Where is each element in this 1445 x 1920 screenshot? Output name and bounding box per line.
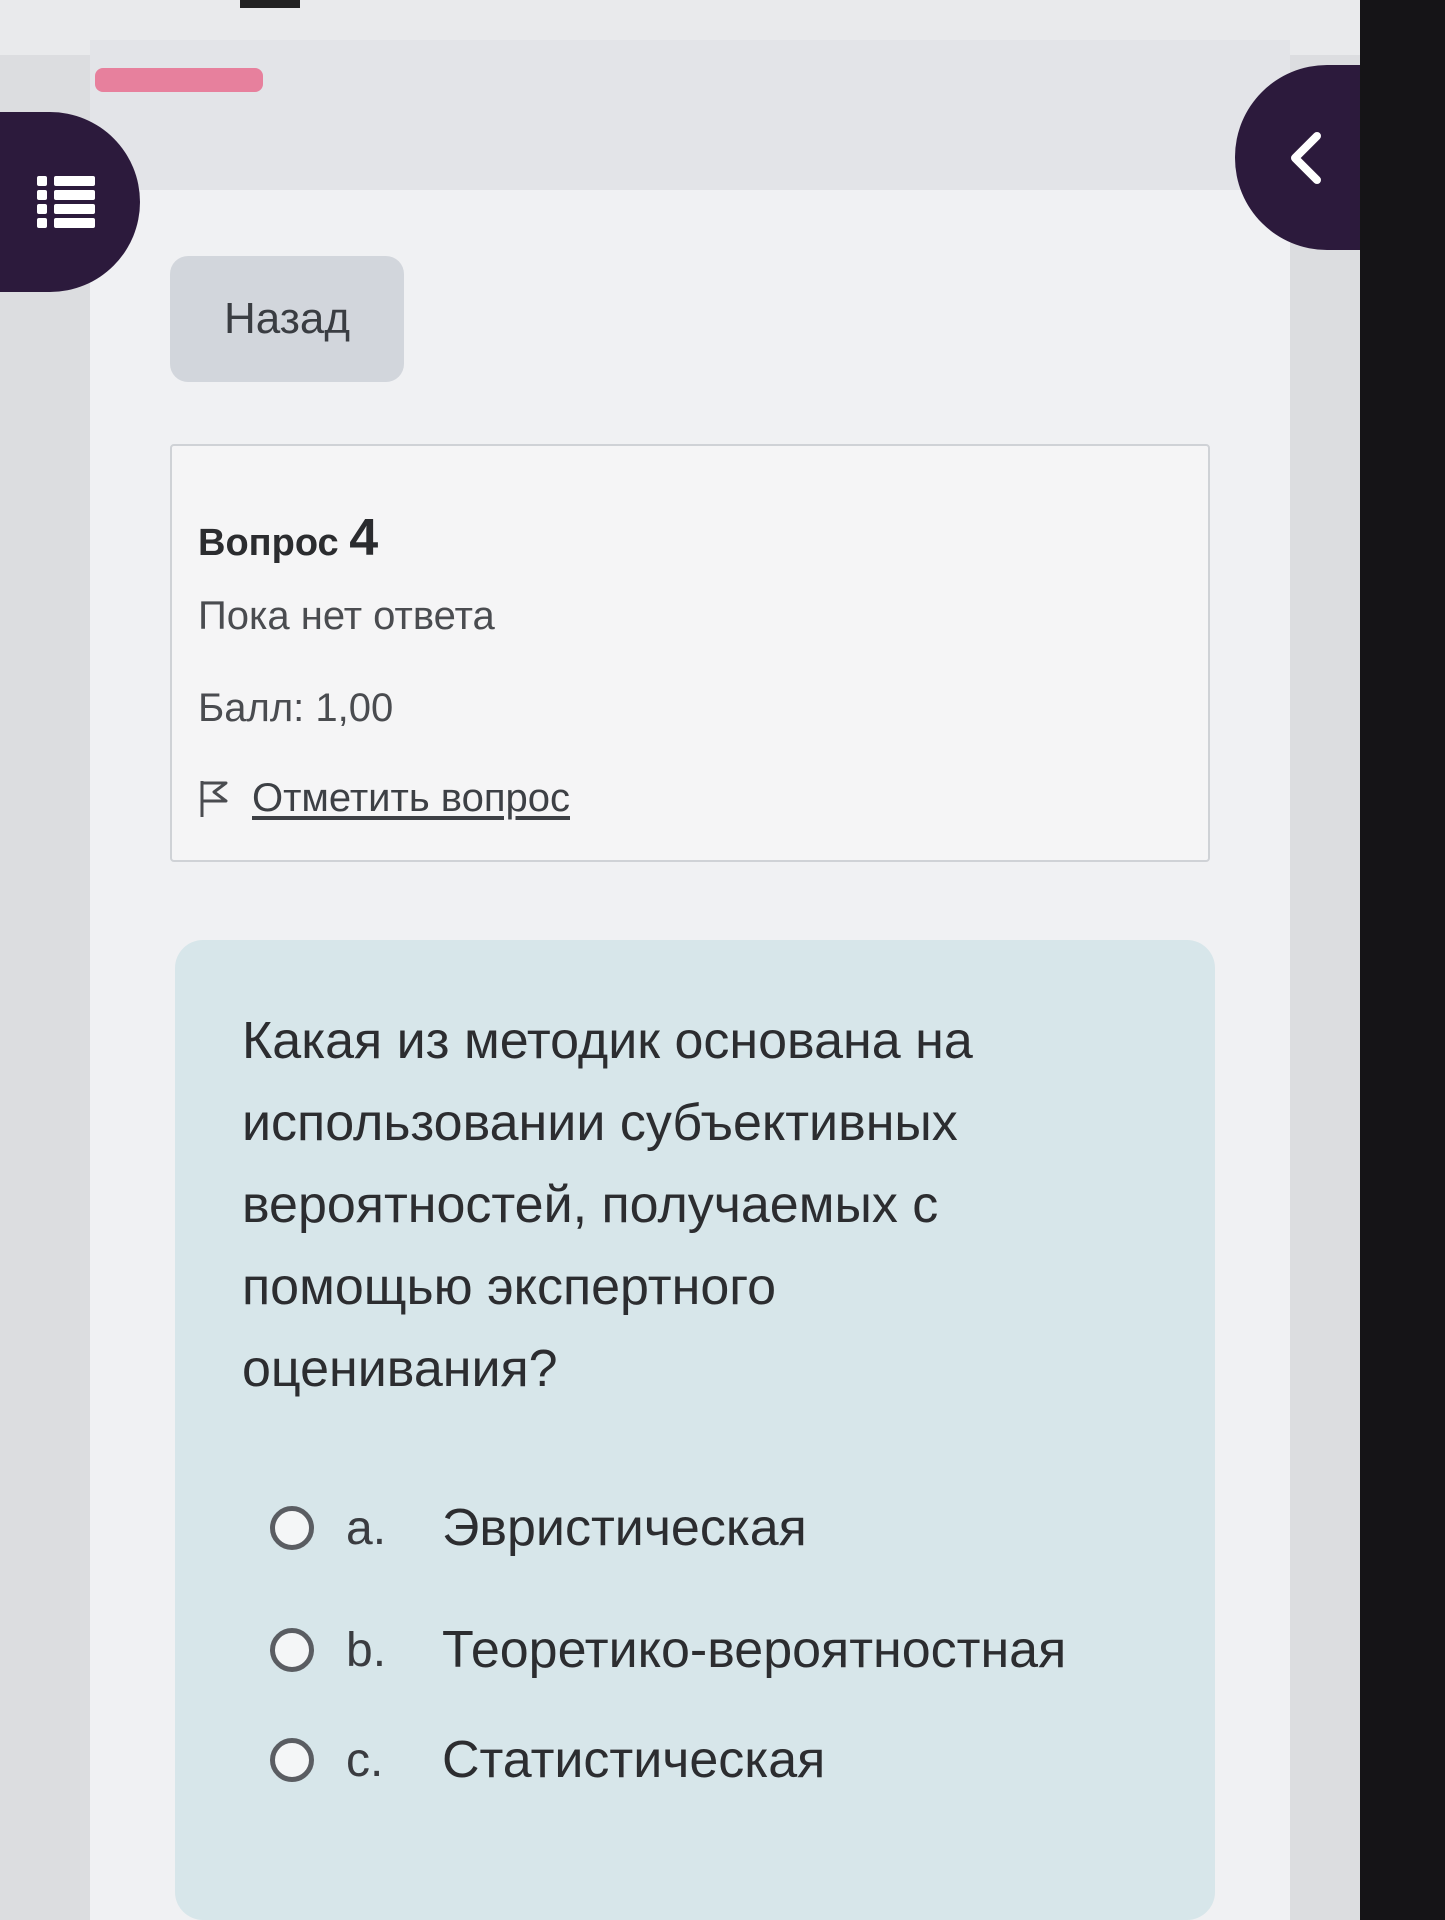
top-strip-fragment [240, 0, 300, 8]
question-status: Пока нет ответа [198, 594, 495, 638]
question-title: Вопрос 4 [198, 508, 378, 568]
question-content: Какая из методик основана на использован… [175, 940, 1215, 1920]
answer-letter: c. [346, 1733, 384, 1787]
flag-question-link[interactable]: Отметить вопрос [198, 776, 570, 821]
device-bezel [1360, 0, 1445, 1920]
answer-option-a[interactable]: a. Эвристическая [270, 1498, 807, 1558]
answer-option-c[interactable]: c. Статистическая [270, 1730, 825, 1790]
answer-letter: b. [346, 1623, 387, 1677]
question-number: 4 [349, 509, 379, 567]
radio-a[interactable] [270, 1506, 314, 1550]
question-text: Какая из методик основана на использован… [242, 1012, 973, 1398]
question-info-card: Вопрос 4 Пока нет ответа Балл: 1,00 Отме… [170, 444, 1210, 862]
question-score: Балл: 1,00 [198, 686, 394, 730]
answer-text: Статистическая [442, 1731, 826, 1789]
back-button[interactable]: Назад [170, 256, 404, 382]
question-title-prefix: Вопрос [198, 522, 339, 564]
header-band [90, 40, 1290, 190]
chevron-left-icon [1291, 131, 1321, 184]
radio-b[interactable] [270, 1628, 314, 1672]
flag-icon [200, 780, 228, 817]
flag-question-label: Отметить вопрос [252, 776, 570, 820]
answer-text: Теоретико-вероятностная [442, 1621, 1067, 1679]
radio-c[interactable] [270, 1738, 314, 1782]
answer-text: Эвристическая [442, 1499, 807, 1557]
answer-option-b[interactable]: b. Теоретико-вероятностная [270, 1620, 1066, 1680]
list-icon [37, 176, 95, 228]
progress-indicator [95, 68, 263, 92]
answer-letter: a. [346, 1501, 387, 1555]
